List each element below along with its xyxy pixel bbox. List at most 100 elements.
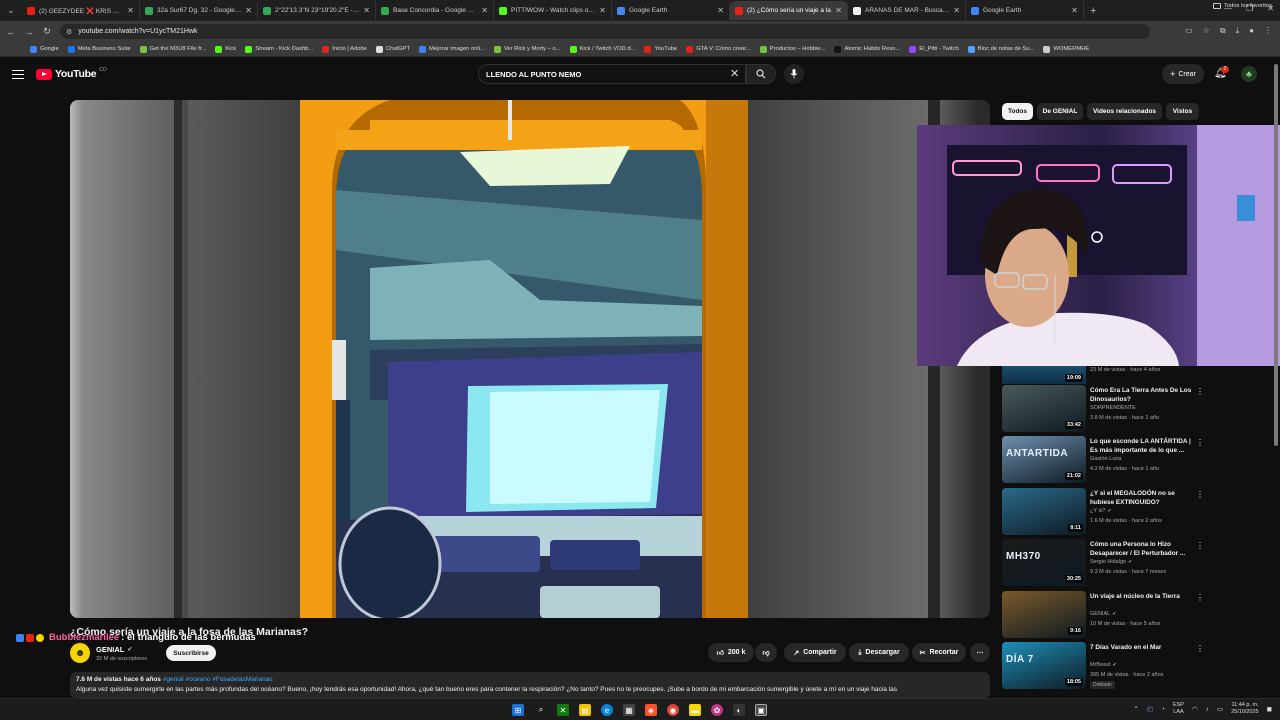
search-taskbar-icon[interactable]: ⌕: [535, 704, 547, 716]
cast-icon[interactable]: ▭: [1185, 26, 1193, 36]
bookmark-item[interactable]: Ver Rick y Morty – o...: [493, 45, 561, 53]
bookmark-item[interactable]: Kick: [215, 45, 236, 53]
recommendation-item[interactable]: ANTARTIDA 21:02 Lo que esconde LA ANTÁRTID…: [1002, 436, 1272, 483]
hashtags[interactable]: #genial #oceano #FosadelasMarianas: [163, 676, 273, 683]
brave-icon[interactable]: ◈: [645, 704, 657, 716]
notes-icon[interactable]: ▬: [689, 704, 701, 716]
page-scrollbar[interactable]: [1274, 64, 1278, 446]
bookmark-item[interactable]: El_Pitti - Twitch: [909, 45, 959, 53]
bookmark-item[interactable]: Mejorar imagen onli...: [419, 45, 485, 53]
tab-close-icon[interactable]: ✕: [1071, 6, 1078, 15]
more-actions-button[interactable]: ⋯: [970, 643, 990, 662]
reload-icon[interactable]: ↻: [38, 26, 56, 37]
bookmark-item[interactable]: YouTube: [644, 45, 677, 53]
menu-icon[interactable]: ⋮: [1264, 26, 1272, 36]
browser-tab[interactable]: 32a Sur67 Dg. 32 - Google Ma ✕: [140, 1, 258, 20]
create-button[interactable]: + Crear: [1162, 64, 1204, 84]
browser-tab[interactable]: (2) ¿Cómo sería un viaje a la ✕: [730, 1, 848, 20]
recommendation-channel[interactable]: Gastón Luna: [1090, 456, 1122, 462]
recommendation-thumbnail[interactable]: ANTARTIDA 21:02: [1002, 436, 1086, 483]
store-icon[interactable]: ▦: [623, 704, 635, 716]
more-vertical-icon[interactable]: ⋮: [1196, 490, 1204, 499]
all-bookmarks[interactable]: Todos los favoritos: [1212, 3, 1272, 9]
more-vertical-icon[interactable]: ⋮: [1196, 438, 1204, 447]
tray-chevron-icon[interactable]: ⌃: [1133, 705, 1138, 713]
tab-close-icon[interactable]: ✕: [363, 6, 370, 15]
download-button[interactable]: ⤓ Descargar: [849, 643, 909, 662]
recommendation-channel[interactable]: MrBeast ✔: [1090, 662, 1117, 668]
site-info-icon[interactable]: ⚙: [66, 28, 72, 36]
recommendation-title[interactable]: ¿Y si el MEGALODÓN no se hubiese EXTINGU…: [1090, 489, 1194, 507]
profile-icon[interactable]: ●: [1249, 26, 1254, 36]
volume-icon[interactable]: ♪: [1206, 706, 1209, 713]
channel-name[interactable]: GENIAL ✔: [96, 645, 132, 654]
recommendation-channel[interactable]: Sergio Hidalgo ✔: [1090, 559, 1132, 565]
tab-search-icon[interactable]: ⌄: [0, 0, 22, 21]
recommendation-thumbnail[interactable]: 19:09: [1002, 366, 1086, 384]
voice-search-button[interactable]: [784, 64, 804, 84]
wifi-icon[interactable]: ◠: [1192, 705, 1198, 713]
chrome-icon[interactable]: ◉: [667, 704, 679, 716]
recommendation-thumbnail[interactable]: 33:42: [1002, 385, 1086, 432]
recommendation-channel[interactable]: SORPRENDENTE: [1090, 405, 1136, 411]
more-vertical-icon[interactable]: ⋮: [1196, 644, 1204, 653]
search-button[interactable]: [746, 64, 776, 84]
recommendation-title[interactable]: Lo que esconde LA ANTÁRTIDA | Es más imp…: [1090, 437, 1194, 455]
xbox-icon[interactable]: ✕: [557, 704, 569, 716]
chip-from-channel[interactable]: De GENIAL: [1037, 103, 1083, 120]
app-icon[interactable]: ✿: [711, 704, 723, 716]
description-box[interactable]: 7.6 M de vistas hace 6 años #genial #oce…: [70, 672, 990, 698]
epic-games-icon[interactable]: ▣: [755, 704, 767, 716]
language-indicator[interactable]: ESP LAA: [1173, 702, 1184, 716]
start-windows-icon[interactable]: ⊞: [512, 704, 524, 716]
bookmark-item[interactable]: Get the M3U8 File fr...: [139, 45, 206, 53]
recommendation-title[interactable]: 7 Días Varado en el Mar: [1090, 643, 1194, 652]
tray-app-icon[interactable]: ◔: [1161, 706, 1165, 713]
notifications-icon[interactable]: ◼: [1267, 705, 1272, 713]
tab-close-icon[interactable]: ✕: [953, 6, 960, 15]
clip-button[interactable]: ✂ Recortar: [912, 643, 966, 662]
recommendation-thumbnail[interactable]: 8:11: [1002, 488, 1086, 535]
recommendation-title[interactable]: Cómo una Persona lo Hizo Desaparecer / E…: [1090, 540, 1194, 558]
subscribe-button[interactable]: Suscribirse: [166, 645, 216, 661]
edge-icon[interactable]: e: [601, 704, 613, 716]
more-vertical-icon[interactable]: ⋮: [1196, 593, 1204, 602]
like-button[interactable]: 👍︎ 200 k: [708, 643, 754, 662]
more-vertical-icon[interactable]: ⋮: [1196, 541, 1204, 550]
chip-all[interactable]: Todos: [1002, 103, 1033, 120]
downloads-icon[interactable]: ⤓: [1236, 26, 1240, 36]
recommendation-channel[interactable]: GENIAL ✔: [1090, 611, 1116, 617]
bookmark-item[interactable]: Productos – Hobbie...: [759, 45, 825, 53]
browser-tab[interactable]: PITTIWOW - Watch clips on Ki ✕: [494, 1, 612, 20]
bookmark-item[interactable]: Bloc de notas de Su...: [967, 45, 1034, 53]
recommendation-thumbnail[interactable]: 9:16: [1002, 591, 1086, 638]
battery-icon[interactable]: ▭: [1217, 705, 1223, 713]
youtube-logo[interactable]: YouTube CO: [36, 67, 107, 80]
recommendation-item[interactable]: 33:42 Cómo Era La Tierra Antes De Los Din…: [1002, 385, 1272, 432]
recommendation-item[interactable]: 9:16 Un viaje al núcleo de la Tierra GENIA…: [1002, 591, 1272, 638]
recommendation-title[interactable]: Cómo Era La Tierra Antes De Los Dinosaur…: [1090, 386, 1194, 404]
recommendation-thumbnail[interactable]: DÍA 7 18:05: [1002, 642, 1086, 689]
recommendation-item[interactable]: MH370 30:25 Cómo una Persona lo Hizo Desap…: [1002, 539, 1272, 586]
browser-tab[interactable]: Base Concordia - Google Maps ✕: [376, 1, 494, 20]
bookmark-item[interactable]: GTA V: Cómo crear...: [686, 45, 751, 53]
browser-tab[interactable]: 2°22'13.3"N 23°19'20.2"E - Go ✕: [258, 1, 376, 20]
search-input[interactable]: LLENDO AL PUNTO NEMO: [478, 64, 746, 84]
bookmark-item[interactable]: WOMERMHE: [1043, 45, 1089, 53]
tab-close-icon[interactable]: ✕: [599, 6, 606, 15]
tab-close-icon[interactable]: ✕: [717, 6, 724, 15]
tab-close-icon[interactable]: ✕: [127, 6, 134, 15]
bookmark-item[interactable]: Stream - Kick Dashb...: [245, 45, 313, 53]
bookmark-item[interactable]: Atomic Habits Reso...: [834, 45, 900, 53]
extensions-icon[interactable]: ⧉: [1220, 26, 1226, 36]
chip-watched[interactable]: Vistos: [1166, 103, 1199, 120]
file-explorer-icon[interactable]: ▤: [579, 704, 591, 716]
address-bar[interactable]: ⚙ youtube.com/watch?v=U1ycTM21Hwk: [60, 24, 1150, 39]
bookmark-star-icon[interactable]: ☆: [1203, 26, 1210, 36]
tab-close-icon[interactable]: ✕: [481, 6, 488, 15]
bookmark-item[interactable]: Inicio | Adobe: [322, 45, 367, 53]
recommendation-thumbnail[interactable]: MH370 30:25: [1002, 539, 1086, 586]
chip-related[interactable]: Videos relacionados: [1087, 103, 1162, 120]
browser-tab[interactable]: Google Earth ✕: [966, 1, 1084, 20]
obs-icon[interactable]: ◐: [733, 704, 745, 716]
